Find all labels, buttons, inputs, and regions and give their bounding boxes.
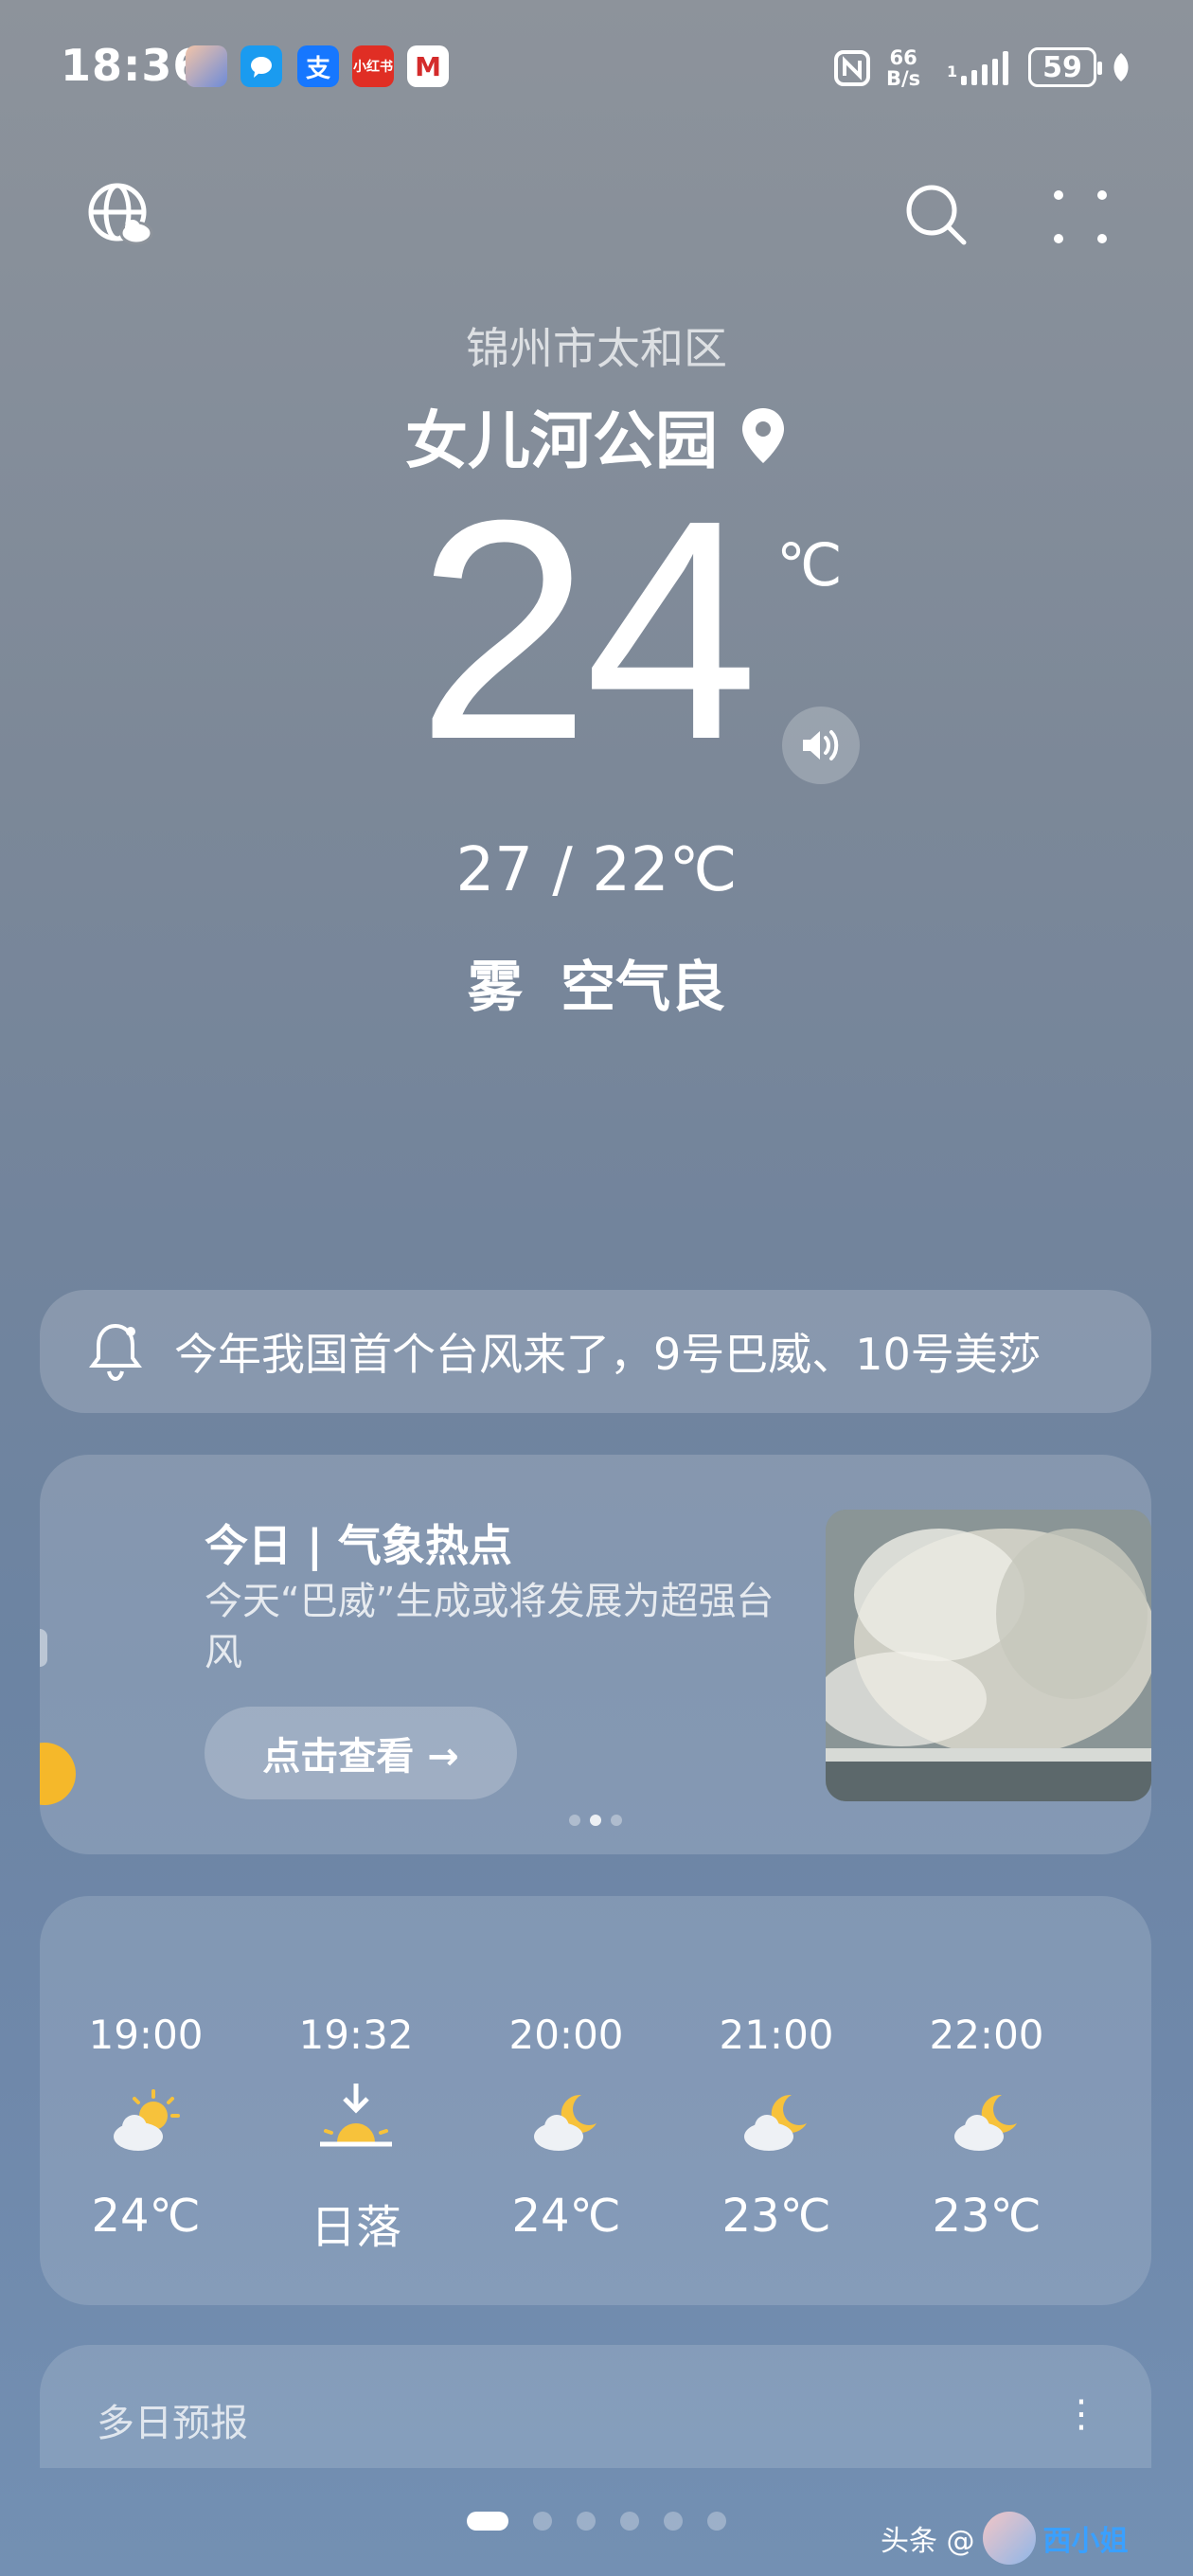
multi-day-title: 多日预报 (97, 2402, 248, 2445)
cloudy-moon-icon (519, 2076, 614, 2171)
hour-temperature: 24℃ (511, 2190, 621, 2243)
network-speed-unit: B/s (886, 67, 921, 90)
district-label: 锦州市太和区 (466, 323, 727, 374)
alipay-icon: 支 (297, 45, 339, 87)
xiaohongshu-icon: 小红书 (352, 45, 394, 87)
bell-icon (89, 1323, 142, 1382)
carousel-badge (40, 1743, 76, 1805)
search-icon[interactable] (903, 182, 970, 252)
cloudy-moon-icon (939, 2076, 1034, 2171)
sunset-icon (309, 2076, 403, 2171)
partly-cloudy-sun-icon (98, 2076, 193, 2171)
speaker-icon (803, 730, 839, 760)
typhoon-wave-image (826, 1510, 1151, 1801)
signal-prefix: 1 (947, 63, 958, 80)
hourly-forecast[interactable]: 19:00 24℃ 19:32 日落 20:00 24℃ 21:00 23℃ 2… (40, 1896, 1151, 2305)
watermark-prefix: 头条 @ (881, 2525, 975, 2558)
current-temperature: 24 (417, 455, 758, 804)
hour-temperature: 23℃ (932, 2190, 1042, 2243)
network-speed-value: 66 (889, 46, 917, 69)
signal-icon (961, 51, 1008, 85)
multi-day-forecast[interactable]: 多日预报 ⋮ (40, 2345, 1151, 2468)
watermark: 头条 @ 西小姐 (881, 2512, 1129, 2565)
city-manage-icon[interactable] (85, 180, 157, 256)
hour-temperature: 23℃ (721, 2190, 831, 2243)
nfc-icon (833, 49, 871, 91)
more-grid-icon[interactable] (1051, 188, 1110, 250)
hour-time: 19:32 (298, 2012, 414, 2058)
cloudy-moon-icon (729, 2076, 824, 2171)
temperature-unit: ℃ (776, 530, 843, 599)
bank-app-icon: M (407, 45, 449, 87)
hour-temperature: 24℃ (91, 2190, 201, 2243)
weather-alert-banner[interactable]: 今年我国首个台风来了，9号巴威、10号美莎 (40, 1290, 1151, 1413)
watermark-name: 西小姐 (1042, 2525, 1129, 2558)
hour-time: 19:00 (88, 2012, 204, 2058)
more-options-icon[interactable]: ⋮ (1062, 2392, 1100, 2436)
hotspot-description: 今天“巴威”生成或将发展为超强台风 (205, 1580, 775, 1674)
battery-level: 59 (1042, 50, 1082, 84)
message-app-icon (240, 45, 282, 87)
battery-indicator: 59 (1028, 47, 1102, 87)
carousel-dots (40, 1815, 1151, 1826)
carousel-edge (40, 1629, 47, 1667)
weather-hotspot-card[interactable]: 今日 | 气象热点 今天“巴威”生成或将发展为超强台风 点击查看 → (40, 1455, 1151, 1854)
hotspot-title: 今日 | 气象热点 (205, 1520, 512, 1571)
hour-time: 21:00 (719, 2012, 834, 2058)
temperature-range: 27 / 22℃ (455, 835, 738, 905)
watermark-avatar (982, 2512, 1036, 2565)
hour-time: 20:00 (508, 2012, 624, 2058)
weather-condition: 雾 空气良 (467, 955, 726, 1019)
sunset-label: 日落 (310, 2201, 401, 2254)
voice-broadcast-button[interactable] (782, 707, 860, 784)
leaf-icon (1110, 51, 1132, 87)
network-speed: 66 B/s (886, 47, 920, 89)
alert-text: 今年我国首个台风来了，9号巴威、10号美莎 (174, 1329, 1042, 1380)
view-details-button[interactable]: 点击查看 → (205, 1707, 517, 1799)
app-notification-icon (186, 45, 227, 87)
status-time: 18:36 (61, 40, 205, 91)
hour-time: 22:00 (929, 2012, 1044, 2058)
